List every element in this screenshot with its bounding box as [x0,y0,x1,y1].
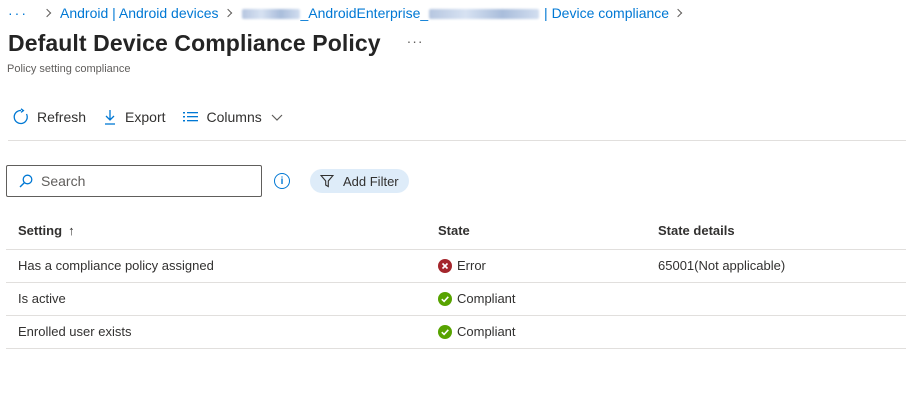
page-subtitle: Policy setting compliance [7,63,131,75]
search-placeholder: Search [41,173,86,189]
chevron-right-icon [673,8,683,18]
search-input[interactable]: Search [6,165,262,197]
sort-ascending-icon: ↑ [68,223,75,239]
refresh-icon [13,108,28,125]
filter-icon [320,174,334,188]
breadcrumb: ··· Android | Android devices _AndroidEn… [8,4,691,22]
breadcrumb-more-icon[interactable]: ··· [8,5,28,21]
search-icon [19,174,33,188]
column-header-setting[interactable]: Setting ↑ [6,213,426,250]
setting-cell: Has a compliance policy assigned [6,249,426,283]
state-details-cell [646,315,906,349]
column-header-setting-label: Setting [18,223,63,239]
check-icon [438,291,452,306]
chevron-right-icon [223,8,232,18]
chevron-down-icon [271,114,283,121]
table-header-row: Setting ↑ State State details [6,213,906,250]
columns-list-icon [182,112,198,122]
state-cell: Compliant [426,282,646,316]
chevron-right-icon [42,8,52,18]
state-label: Compliant [457,324,516,339]
column-header-state[interactable]: State [426,213,646,250]
state-label: Compliant [457,291,516,306]
refresh-button[interactable]: Refresh [12,108,86,126]
error-icon [438,258,452,273]
columns-button[interactable]: Columns [182,108,284,126]
check-icon [438,324,452,339]
state-details-cell [646,282,906,316]
breadcrumb-device[interactable]: _AndroidEnterprise_ | Device compliance [241,5,670,21]
title-row: Default Device Compliance Policy ··· [8,30,424,57]
breadcrumb-device-name: _AndroidEnterprise_ [300,5,429,21]
breadcrumb-android-devices[interactable]: Android | Android devices [60,5,219,21]
table-row[interactable]: Has a compliance policy assigned Error 6… [6,249,906,283]
command-bar: Refresh Export Columns [12,108,300,126]
state-details-cell: 65001(Not applicable) [646,249,906,283]
redacted-text [241,9,300,20]
more-options-icon[interactable]: ··· [407,33,424,49]
table-row[interactable]: Enrolled user exists Compliant [6,315,906,349]
redacted-text [429,9,540,20]
compliance-table: Setting ↑ State State details Has a compl… [6,213,906,349]
state-cell: Error [426,249,646,283]
export-label: Export [125,109,166,125]
info-icon[interactable]: i [274,173,290,189]
download-icon [105,110,116,125]
table-row[interactable]: Is active Compliant [6,282,906,316]
state-cell: Compliant [426,315,646,349]
toolbar-divider [8,140,906,141]
refresh-label: Refresh [37,109,87,125]
breadcrumb-device-compliance: | Device compliance [544,5,670,21]
add-filter-label: Add Filter [343,173,399,189]
setting-cell: Is active [6,282,426,316]
column-header-state-details[interactable]: State details [646,213,906,250]
state-label: Error [457,258,486,273]
columns-label: Columns [206,109,262,125]
add-filter-button[interactable]: Add Filter [310,169,409,193]
setting-cell: Enrolled user exists [6,315,426,349]
export-button[interactable]: Export [102,108,166,126]
page-title: Default Device Compliance Policy [8,30,381,56]
